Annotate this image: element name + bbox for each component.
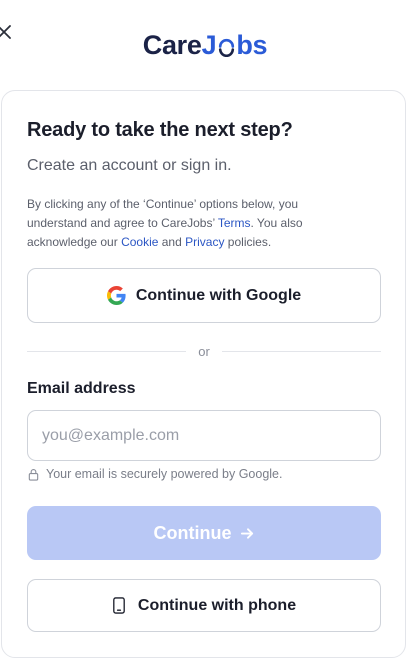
divider-line-left	[27, 350, 187, 352]
continue-button[interactable]: Continue	[27, 506, 381, 560]
or-divider: or	[27, 341, 381, 361]
google-button-label: Continue with Google	[135, 286, 302, 304]
google-icon	[106, 286, 126, 305]
continue-with-google-button[interactable]: Continue with Google	[27, 268, 381, 323]
security-note-text: Your email is securely powered by Google…	[46, 467, 283, 481]
privacy-link[interactable]: Privacy	[185, 235, 224, 249]
auth-card: Ready to take the next step? Create an a…	[1, 90, 406, 658]
legal-notice: By clicking any of the ‘Continue’ option…	[27, 195, 357, 252]
logo-j-text: J	[201, 30, 217, 60]
page-title: Ready to take the next step?	[27, 119, 293, 141]
continue-button-label: Continue	[153, 522, 232, 543]
email-label: Email address	[27, 380, 136, 397]
legal-text-3: and	[158, 235, 186, 249]
divider-line-right	[221, 350, 381, 352]
arrow-right-icon	[240, 527, 253, 539]
email-input[interactable]	[27, 410, 381, 461]
continue-with-phone-button[interactable]: Continue with phone	[27, 579, 381, 632]
logo-bs-text: bs	[236, 30, 268, 60]
legal-text-4: policies.	[224, 235, 272, 249]
divider-text: or	[198, 343, 210, 359]
email-security-note: Your email is securely powered by Google…	[27, 467, 282, 481]
phone-icon	[113, 597, 125, 614]
terms-link[interactable]: Terms	[218, 216, 251, 230]
phone-button-label: Continue with phone	[137, 596, 297, 614]
page-subtitle: Create an account or sign in.	[27, 157, 232, 174]
logo-care-text: Care	[142, 30, 202, 60]
carejobs-logo: CareJ bs	[0, 30, 410, 61]
logo-o-mark	[217, 33, 236, 58]
lock-icon	[28, 468, 39, 481]
cookie-link[interactable]: Cookie	[121, 235, 158, 249]
